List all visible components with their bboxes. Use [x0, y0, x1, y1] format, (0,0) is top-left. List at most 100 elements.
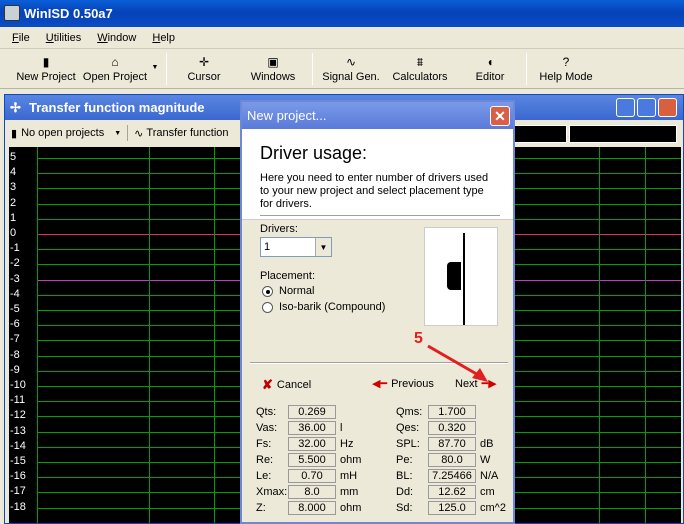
windows-button[interactable]: ▣ Windows	[246, 51, 300, 87]
sine-wave-icon: ∿	[134, 127, 144, 140]
param-value: 8.0	[288, 485, 336, 499]
param-value: 7.25466	[428, 469, 476, 483]
param-value: 32.00	[288, 437, 336, 451]
grid-line	[37, 147, 38, 523]
param-unit: cm	[480, 486, 495, 498]
signal-gen-button[interactable]: ∿ Signal Gen.	[320, 51, 382, 87]
param-unit: W	[480, 454, 491, 466]
param-label: Qms:	[396, 406, 423, 418]
param-value: 125.0	[428, 501, 476, 515]
y-tick-label: -10	[10, 379, 26, 391]
grid-line	[214, 147, 215, 523]
radio-dot	[262, 285, 273, 297]
app-title-bar: WinISD 0.50a7	[0, 0, 684, 27]
transfer-function-button[interactable]: ∿ Transfer function	[134, 127, 228, 140]
param-unit: cm^2	[480, 502, 506, 514]
y-tick-label: -13	[10, 424, 26, 437]
param-value: 12.62	[428, 485, 476, 499]
dialog-heading: Driver usage:	[260, 143, 368, 163]
param-unit: ohm	[340, 454, 362, 466]
param-value: 0.320	[428, 421, 476, 435]
arrow-left-icon: ◀━	[372, 378, 388, 390]
param-label: Pe:	[396, 454, 413, 466]
param-value: 8.000	[288, 501, 336, 515]
question-icon: ?	[562, 55, 570, 69]
dialog-header: Driver usage: Here you need to enter num…	[242, 129, 513, 220]
cancel-button[interactable]: ✘ Cancel	[262, 377, 311, 393]
new-project-dialog: New project... ✕ Driver usage: Here you …	[240, 100, 515, 524]
cancel-x-icon: ✘	[262, 377, 273, 392]
y-tick-label: -9	[10, 363, 20, 376]
new-project-icon: ▮	[42, 55, 50, 69]
app-title: WinISD 0.50a7	[24, 6, 113, 21]
y-tick-label: -7	[10, 333, 20, 346]
open-project-dropdown[interactable]: ▼	[150, 51, 160, 87]
param-unit: N/A	[480, 470, 499, 482]
param-label: Qts:	[256, 406, 277, 418]
param-label: Vas:	[256, 422, 278, 434]
grid-line	[645, 147, 646, 523]
menu-bar: File Utilities Window Help	[0, 27, 684, 49]
param-value: 0.269	[288, 405, 336, 419]
project-select[interactable]: ▮ No open projects ▼	[11, 127, 121, 140]
chevron-down-icon: ▼	[151, 63, 159, 71]
speaker-cone-icon	[447, 262, 461, 290]
param-label: Z:	[256, 502, 266, 514]
y-tick-label: -2	[10, 257, 20, 270]
cursor-button[interactable]: ✛ Cursor	[184, 51, 224, 87]
dialog-title-bar[interactable]: New project... ✕	[242, 102, 513, 129]
calculators-button[interactable]: ⩩ Calculators	[390, 51, 450, 87]
param-value: 5.500	[288, 453, 336, 467]
y-tick-label: 5	[10, 151, 17, 163]
param-unit: Hz	[340, 438, 354, 450]
menu-file[interactable]: File	[8, 30, 34, 46]
open-project-button[interactable]: ⌂ Open Project	[82, 51, 148, 87]
maximize-button[interactable]	[637, 98, 656, 117]
menu-utilities[interactable]: Utilities	[42, 30, 85, 46]
param-label: Dd:	[396, 486, 414, 498]
chevron-down-icon[interactable]: ▼	[315, 238, 331, 256]
param-label: BL:	[396, 470, 413, 482]
y-tick-label: 3	[10, 181, 17, 194]
grid-line	[599, 147, 600, 523]
param-label: SPL:	[396, 438, 420, 450]
grid-line	[149, 147, 150, 523]
dialog-description: Here you need to enter number of drivers…	[260, 172, 489, 210]
y-tick-label: 2	[10, 196, 17, 209]
y-tick-label: -3	[10, 272, 20, 285]
y-tick-label: 0	[10, 227, 17, 239]
drivers-label: Drivers:	[260, 223, 298, 235]
y-tick-label: -8	[10, 348, 20, 361]
project-icon: ▮	[11, 127, 18, 140]
radio-dot	[262, 301, 273, 313]
param-unit: dB	[480, 438, 494, 450]
editor-button[interactable]: ◖ Editor	[470, 51, 510, 87]
param-label: Fs:	[256, 438, 272, 450]
chevron-down-icon: ▼	[114, 129, 122, 137]
param-value: 87.70	[428, 437, 476, 451]
drivers-select[interactable]: 1 ▼	[260, 237, 332, 257]
new-project-button[interactable]: ▮ New Project	[14, 51, 78, 87]
param-value: 80.0	[428, 453, 476, 467]
close-button[interactable]	[658, 98, 677, 117]
y-tick-label: -14	[10, 439, 26, 452]
y-tick-label: -17	[10, 485, 26, 498]
menu-window[interactable]: Window	[93, 30, 140, 46]
y-tick-label: 1	[10, 211, 17, 224]
cursor-icon: ✛	[198, 55, 210, 69]
y-tick-label: -15	[10, 455, 26, 467]
app-icon	[4, 5, 20, 21]
y-tick-label: -6	[10, 318, 20, 331]
param-value: 36.00	[288, 421, 336, 435]
menu-help[interactable]: Help	[148, 30, 179, 46]
speaker-icon: ◖	[486, 55, 494, 69]
help-mode-button[interactable]: ? Help Mode	[536, 51, 596, 87]
minimize-button[interactable]	[616, 98, 635, 117]
placement-normal-radio[interactable]: Normal	[262, 285, 314, 297]
param-label: Le:	[256, 470, 272, 482]
placement-label: Placement:	[260, 270, 316, 282]
placement-isobarik-radio[interactable]: Iso-barik (Compound)	[262, 301, 385, 313]
close-icon[interactable]: ✕	[490, 106, 510, 126]
sine-wave-icon: ∿	[345, 55, 357, 69]
y-tick-label: -4	[10, 287, 20, 300]
